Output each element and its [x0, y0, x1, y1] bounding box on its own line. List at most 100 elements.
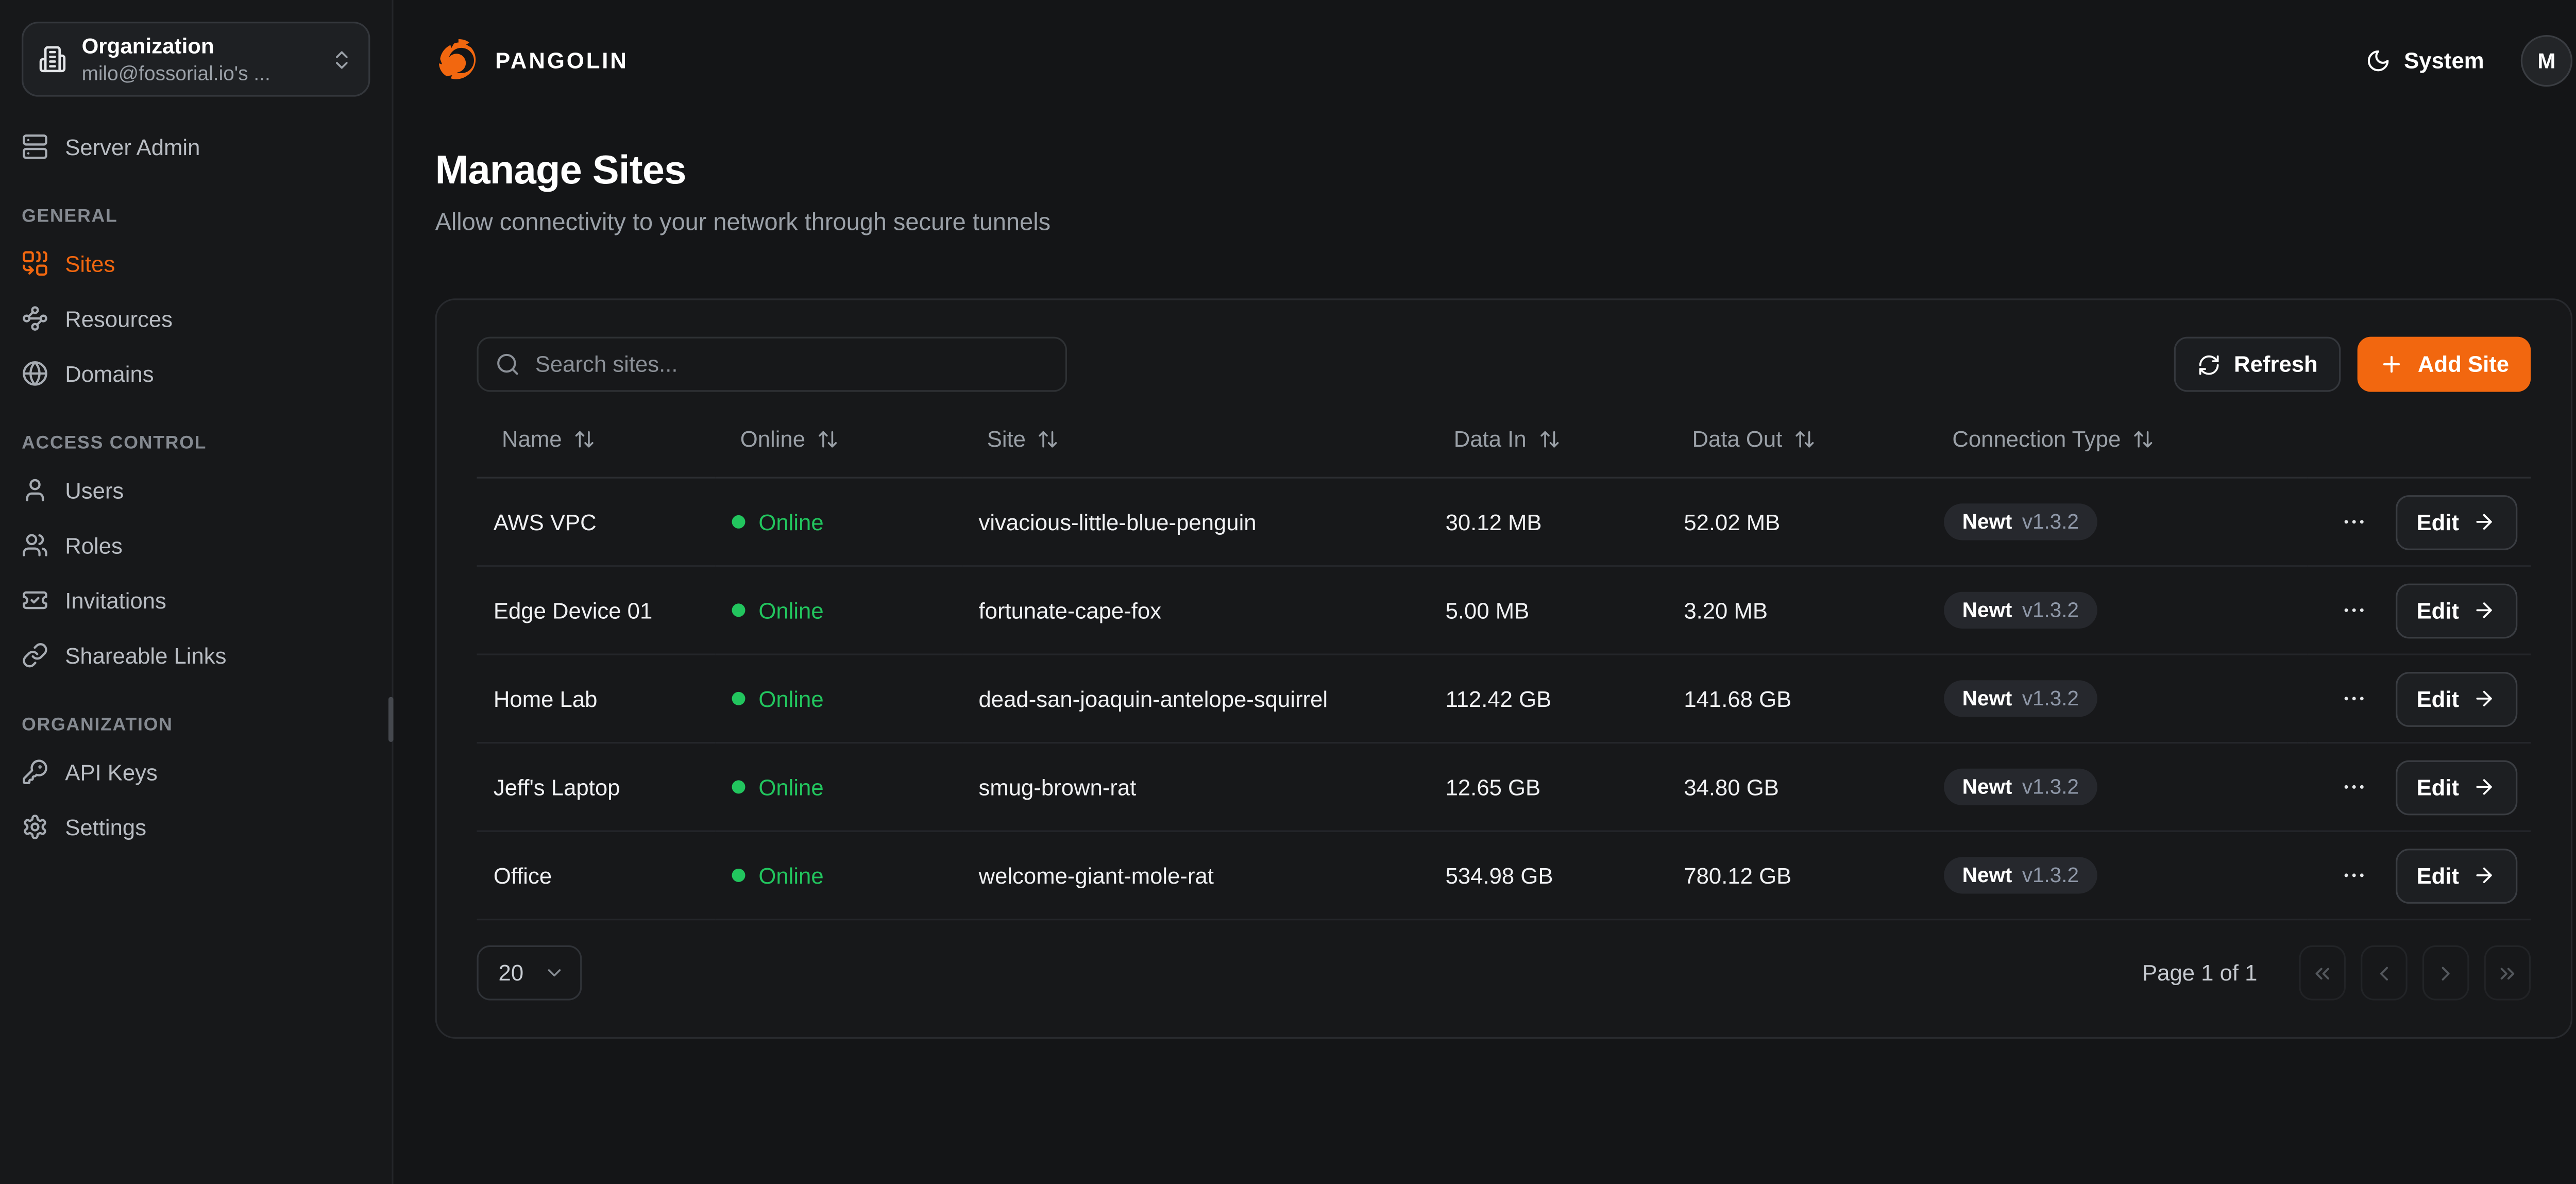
sidebar-item-label: Server Admin — [65, 134, 200, 159]
sort-header-name[interactable]: Name — [502, 427, 595, 452]
last-page-button[interactable] — [2484, 945, 2531, 1001]
next-page-button[interactable] — [2422, 945, 2469, 1001]
section-label: ACCESS CONTROL — [22, 433, 370, 453]
avatar[interactable]: M — [2521, 34, 2572, 86]
ellipsis-icon — [2340, 862, 2367, 889]
sidebar-item-users[interactable]: Users — [22, 470, 370, 511]
sidebar-item-settings[interactable]: Settings — [22, 807, 370, 847]
sort-icon — [2132, 429, 2154, 450]
sidebar-item-invitations[interactable]: Invitations — [22, 580, 370, 620]
chevron-left-icon — [2372, 961, 2396, 985]
cell-site: fortunate-cape-fox — [962, 566, 1429, 655]
waypoints-icon — [22, 305, 48, 332]
sidebar-scrollbar[interactable] — [388, 697, 394, 742]
edit-label: Edit — [2417, 686, 2460, 712]
cell-data-out: 780.12 GB — [1667, 831, 1927, 920]
sort-icon — [1794, 429, 1816, 450]
sort-header-online[interactable]: Online — [740, 427, 839, 452]
server-icon — [22, 133, 48, 160]
row-menu-button[interactable] — [2340, 685, 2367, 712]
sort-header-connection-type[interactable]: Connection Type — [1952, 427, 2154, 452]
search-input[interactable] — [535, 352, 1049, 377]
table-row: AWS VPC Online vivacious-little-blue-pen… — [477, 478, 2531, 566]
ticket-check-icon — [22, 587, 48, 614]
edit-button[interactable]: Edit — [2395, 671, 2517, 726]
first-page-button[interactable] — [2299, 945, 2346, 1001]
status-label: Online — [758, 598, 823, 623]
brand-name: PANGOLIN — [495, 47, 629, 73]
cell-data-out: 52.02 MB — [1667, 478, 1927, 566]
org-selector-value: milo@fossorial.io's ... — [82, 61, 315, 85]
column-label: Name — [502, 427, 562, 452]
status-label: Online — [758, 775, 823, 800]
column-label: Online — [740, 427, 805, 452]
row-menu-button[interactable] — [2340, 509, 2367, 535]
ellipsis-icon — [2340, 685, 2367, 712]
page-buttons — [2299, 945, 2531, 1001]
column-label: Data Out — [1692, 427, 1783, 452]
page-title: Manage Sites — [435, 147, 2573, 195]
sidebar-item-resources[interactable]: Resources — [22, 298, 370, 339]
column-label: Site — [987, 427, 1026, 452]
edit-button[interactable]: Edit — [2395, 494, 2517, 549]
page-size-value: 20 — [499, 960, 524, 986]
link-icon — [22, 642, 48, 669]
main-area: PANGOLIN System M Manage Sites Allow con… — [394, 0, 2576, 1184]
row-menu-button[interactable] — [2340, 597, 2367, 623]
edit-button[interactable]: Edit — [2395, 759, 2517, 815]
arrow-right-icon — [2472, 687, 2496, 710]
combine-icon — [22, 250, 48, 277]
sidebar-item-label: Shareable Links — [65, 642, 226, 668]
status-label: Online — [758, 863, 823, 888]
row-menu-button[interactable] — [2340, 773, 2367, 800]
sort-icon — [817, 429, 839, 450]
section-label: ORGANIZATION — [22, 715, 370, 735]
cell-data-in: 112.42 GB — [1429, 654, 1667, 743]
page-head: Manage Sites Allow connectivity to your … — [394, 120, 2576, 239]
chevrons-left-icon — [2311, 961, 2334, 985]
sidebar: Organization milo@fossorial.io's ... Ser… — [0, 0, 394, 1184]
sites-card: Refresh Add Site Name Online — [435, 298, 2573, 1039]
cell-data-in: 12.65 GB — [1429, 743, 1667, 832]
ellipsis-icon — [2340, 773, 2367, 800]
sort-header-site[interactable]: Site — [987, 427, 1059, 452]
cell-name: Edge Device 01 — [477, 566, 715, 655]
sort-header-data-in[interactable]: Data In — [1454, 427, 1560, 452]
plus-icon — [2379, 352, 2404, 377]
sidebar-item-label: Settings — [65, 815, 146, 840]
table-row: Office Online welcome-giant-mole-rat 534… — [477, 831, 2531, 920]
status-badge: Online — [732, 598, 824, 623]
arrow-right-icon — [2472, 864, 2496, 887]
row-menu-button[interactable] — [2340, 862, 2367, 889]
sidebar-item-domains[interactable]: Domains — [22, 353, 370, 394]
cell-name: AWS VPC — [477, 478, 715, 566]
arrow-right-icon — [2472, 599, 2496, 622]
chevron-right-icon — [2434, 961, 2458, 985]
connection-type-badge: Newtv1.3.2 — [1944, 503, 2097, 540]
org-selector[interactable]: Organization milo@fossorial.io's ... — [22, 22, 370, 97]
add-site-button[interactable]: Add Site — [2358, 337, 2531, 392]
status-label: Online — [758, 686, 823, 712]
cell-name: Home Lab — [477, 654, 715, 743]
sort-header-data-out[interactable]: Data Out — [1692, 427, 1816, 452]
edit-button[interactable]: Edit — [2395, 583, 2517, 638]
column-label: Connection Type — [1952, 427, 2121, 452]
arrow-right-icon — [2472, 775, 2496, 799]
sidebar-item-shareable-links[interactable]: Shareable Links — [22, 635, 370, 675]
edit-label: Edit — [2417, 863, 2460, 888]
theme-toggle[interactable]: System — [2366, 47, 2484, 73]
gear-icon — [22, 814, 48, 840]
search-box[interactable] — [477, 337, 1067, 392]
page-size-select[interactable]: 20 — [477, 945, 582, 1001]
key-icon — [22, 758, 48, 785]
status-badge: Online — [732, 863, 824, 888]
connection-type-badge: Newtv1.3.2 — [1944, 768, 2097, 806]
previous-page-button[interactable] — [2361, 945, 2408, 1001]
sidebar-item-api-keys[interactable]: API Keys — [22, 752, 370, 792]
theme-label: System — [2404, 47, 2484, 73]
sidebar-item-server-admin[interactable]: Server Admin — [22, 127, 370, 167]
sidebar-item-roles[interactable]: Roles — [22, 525, 370, 565]
refresh-button[interactable]: Refresh — [2174, 337, 2342, 392]
sidebar-item-sites[interactable]: Sites — [22, 243, 370, 283]
edit-button[interactable]: Edit — [2395, 848, 2517, 903]
